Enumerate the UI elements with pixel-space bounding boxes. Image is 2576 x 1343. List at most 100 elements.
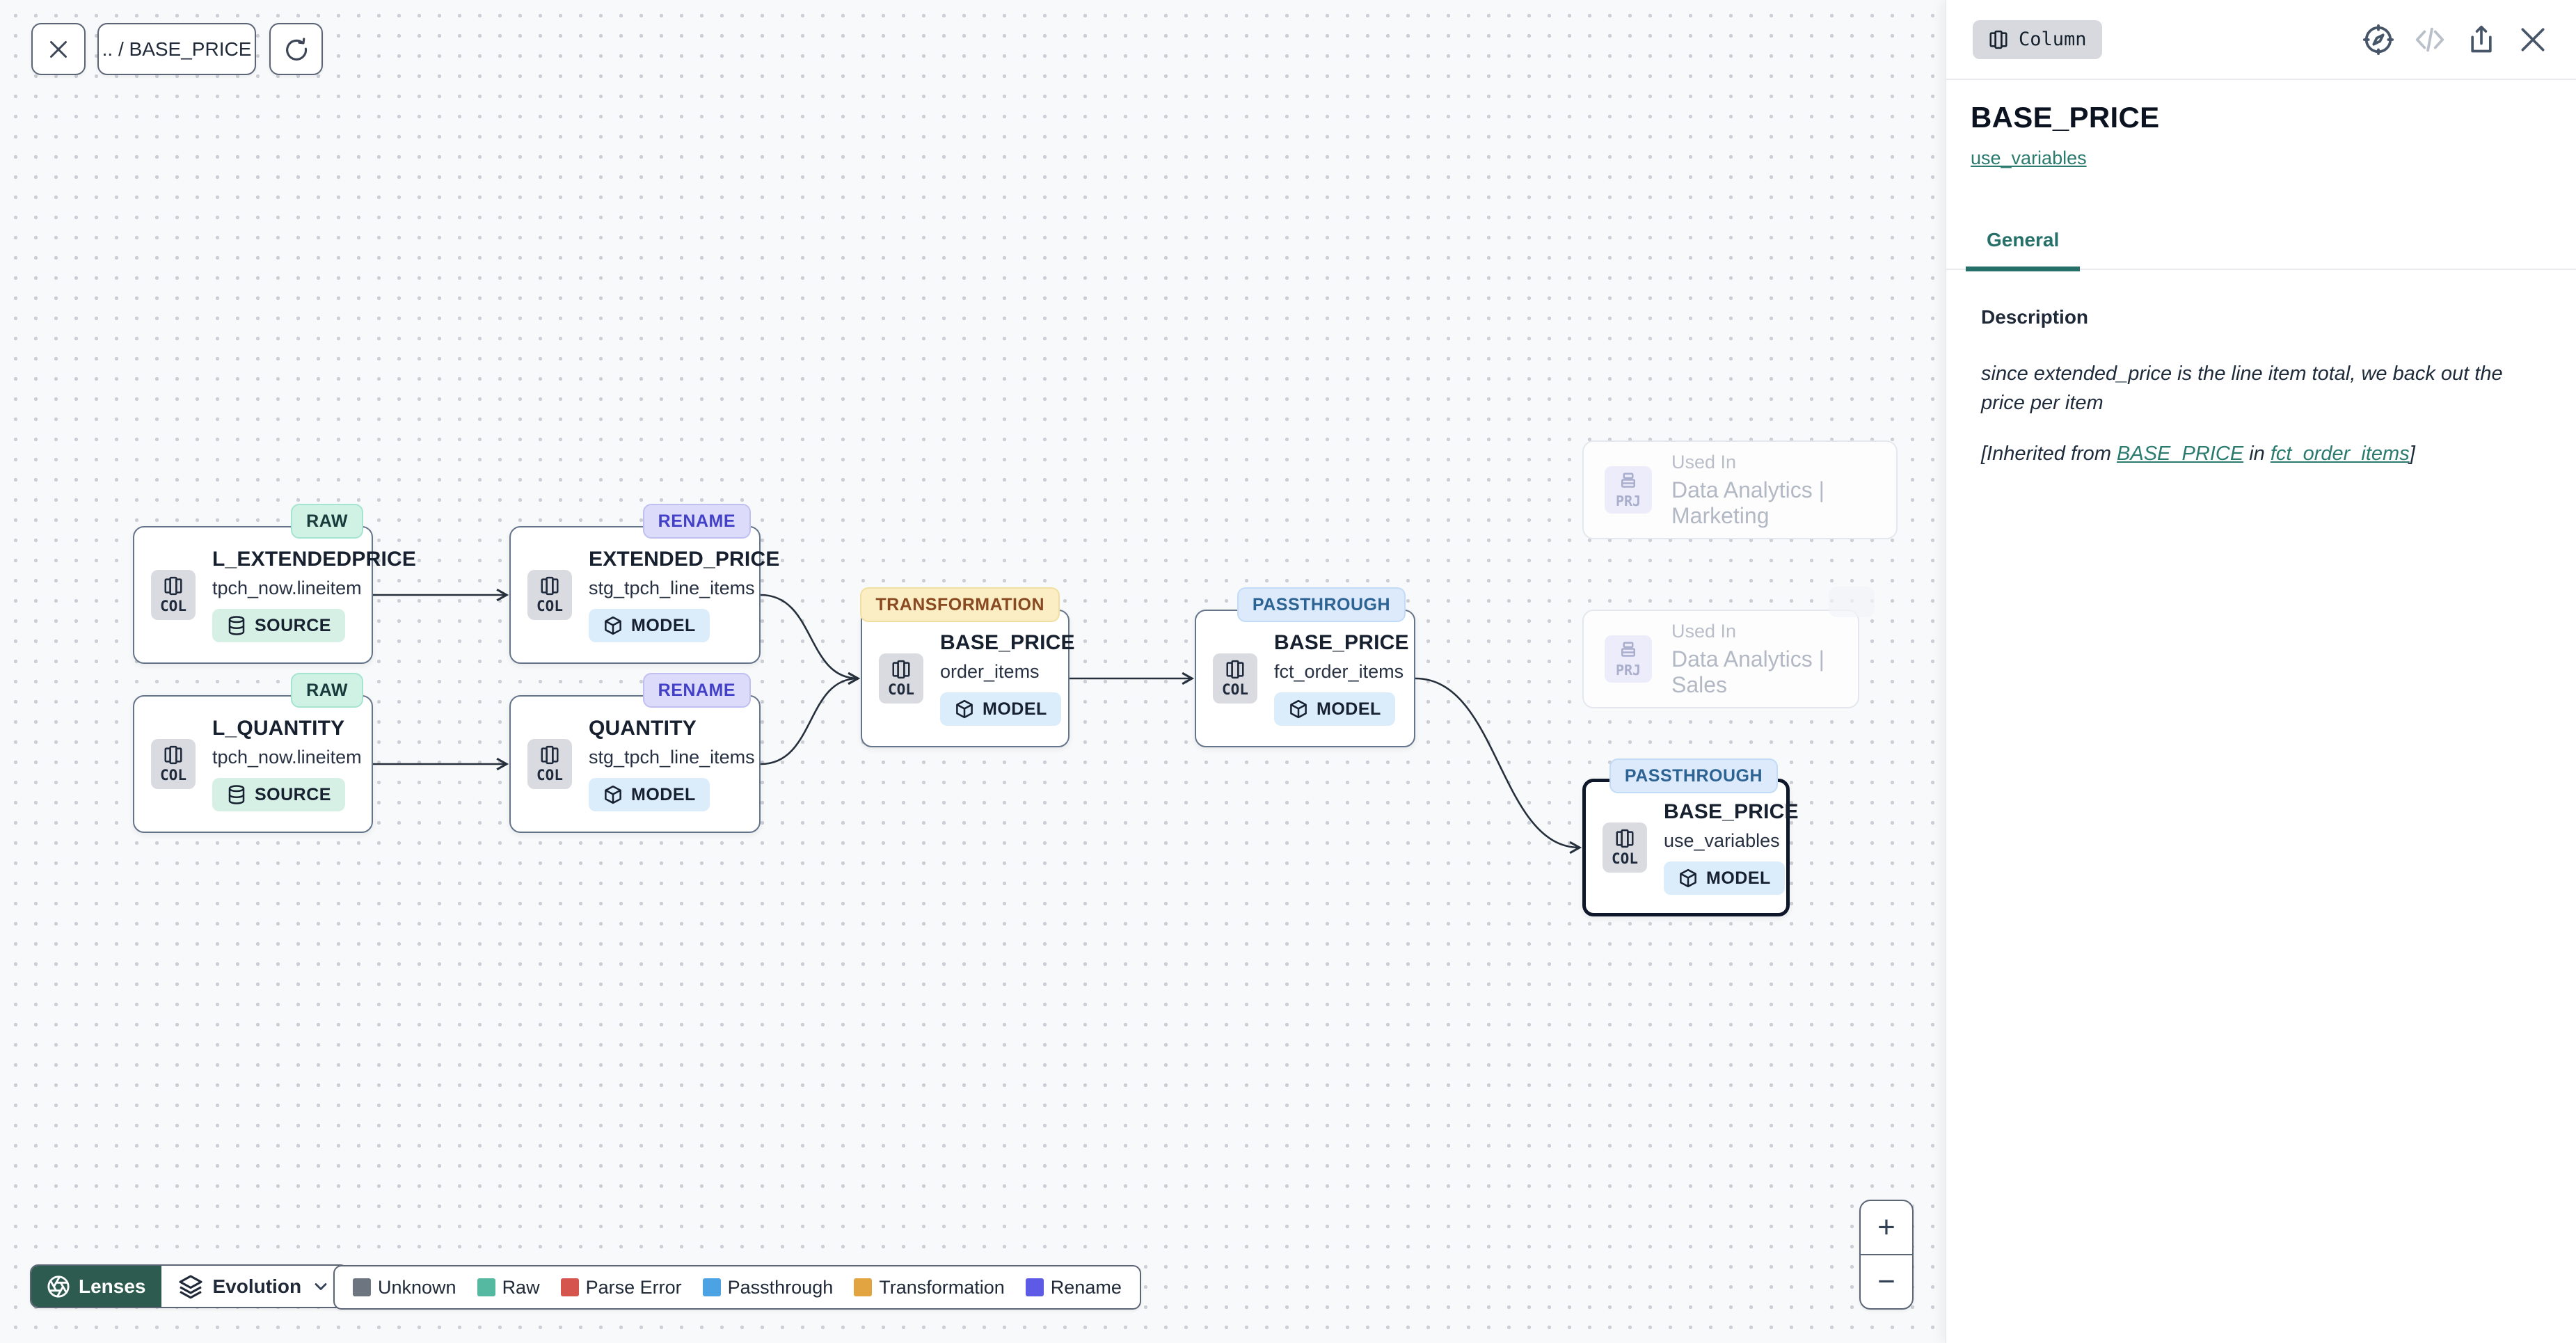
node-kind-badge: MODEL — [1664, 861, 1785, 895]
column-icon — [163, 575, 184, 596]
legend-label: Parse Error — [586, 1277, 682, 1298]
inherited-middle: in — [2243, 443, 2271, 465]
lineage-node-fct_order_items[interactable]: PASSTHROUGHCOLBASE_PRICEfct_order_itemsM… — [1195, 610, 1415, 747]
lineage-edge — [1415, 678, 1580, 848]
model-cube-icon — [603, 615, 623, 636]
zoom-in-button[interactable]: + — [1861, 1201, 1912, 1255]
tabbar: General — [1946, 223, 2576, 270]
legend-item-raw: Raw — [477, 1277, 540, 1298]
inherited-column-link[interactable]: BASE_PRICE — [2117, 443, 2243, 465]
lineage-node-tpch_now.lineitem[interactable]: RAWCOLL_EXTENDEDPRICEtpch_now.lineitemSO… — [133, 526, 373, 664]
legend-swatch — [1026, 1278, 1044, 1296]
legend-item-transformation: Transformation — [854, 1277, 1005, 1298]
column-chip: COL — [527, 570, 572, 620]
column-icon — [163, 745, 184, 765]
node-kind-label: SOURCE — [255, 616, 331, 636]
lineage-node-stg_tpch_line_items[interactable]: RENAMECOLEXTENDED_PRICEstg_tpch_line_ite… — [509, 526, 761, 664]
used-in-project-name: Data Analytics | Sales — [1671, 646, 1837, 698]
lens-selected-label: Evolution — [213, 1276, 302, 1298]
legend-label: Raw — [502, 1277, 540, 1298]
lenses-control: Lenses Evolution — [30, 1264, 349, 1308]
project-chip: PRJ — [1605, 635, 1652, 683]
node-kind-badge: MODEL — [589, 778, 710, 811]
node-title: L_EXTENDEDPRICE — [212, 548, 416, 571]
inherited-model-link[interactable]: fct_order_items — [2271, 443, 2410, 465]
used-in-node[interactable]: PRJUsed InData Analytics | Sales — [1582, 610, 1859, 708]
project-icon — [1618, 471, 1639, 492]
node-kind-badge: MODEL — [940, 692, 1061, 726]
node-subtitle: tpch_now.lineitem — [212, 747, 362, 768]
lineage-node-order_items[interactable]: TRANSFORMATIONCOLBASE_PRICEorder_itemsMO… — [861, 610, 1070, 747]
model-link[interactable]: use_variables — [1971, 148, 2087, 169]
node-title: EXTENDED_PRICE — [589, 548, 780, 571]
node-subtitle: fct_order_items — [1274, 661, 1404, 683]
legend-swatch — [703, 1278, 721, 1296]
explore-button[interactable] — [2362, 23, 2395, 56]
column-chip-label: COL — [1612, 850, 1638, 867]
column-chip: COL — [1603, 823, 1647, 873]
code-view-button[interactable] — [2413, 23, 2447, 56]
lenses-label: Lenses — [79, 1276, 146, 1298]
node-kind-badge: SOURCE — [212, 778, 345, 811]
legend-item-unknown: Unknown — [353, 1277, 456, 1298]
lens-selector[interactable]: Evolution — [161, 1266, 348, 1307]
node-kind-label: MODEL — [631, 785, 696, 805]
chevron-down-icon — [311, 1277, 331, 1296]
node-kind-badge: MODEL — [1274, 692, 1395, 726]
zoom-controls: + − — [1859, 1200, 1914, 1310]
column-chip: COL — [527, 739, 572, 789]
node-kind-badge: MODEL — [589, 609, 710, 642]
column-chip: COL — [151, 570, 196, 620]
project-chip-label: PRJ — [1616, 493, 1641, 509]
column-chip-label: COL — [1222, 681, 1248, 698]
column-icon — [1225, 659, 1246, 680]
legend-item-passthrough: Passthrough — [703, 1277, 834, 1298]
tab-general[interactable]: General — [1966, 229, 2080, 271]
inherited-suffix: ] — [2410, 443, 2415, 465]
lineage-node-tpch_now.lineitem[interactable]: RAWCOLL_QUANTITYtpch_now.lineitemSOURCE — [133, 695, 373, 833]
node-title: BASE_PRICE — [1274, 631, 1409, 655]
lenses-button[interactable]: Lenses — [31, 1266, 161, 1307]
share-icon — [2466, 24, 2497, 55]
legend-label: Transformation — [879, 1277, 1005, 1298]
page-title: BASE_PRICE — [1971, 101, 2159, 134]
inherited-prefix: [Inherited from — [1981, 443, 2117, 465]
column-chip-label: COL — [160, 598, 186, 614]
column-chip: COL — [151, 739, 196, 789]
legend-swatch — [353, 1278, 371, 1296]
close-lineage-button[interactable] — [31, 23, 86, 75]
used-in-label: Used In — [1671, 452, 1875, 473]
lens-legend: Unknown Raw Parse Error Passthrough Transfor… — [333, 1265, 1141, 1310]
project-chip: PRJ — [1605, 466, 1652, 514]
column-chip-label: COL — [536, 767, 563, 784]
node-title: BASE_PRICE — [1664, 800, 1799, 824]
column-chip: COL — [1213, 653, 1257, 704]
model-cube-icon — [1678, 868, 1699, 889]
description-section: Description since extended_price is the … — [1981, 306, 2538, 466]
detail-panel: Column BASE_PRICE use_variables General … — [1946, 0, 2576, 1343]
breadcrumb[interactable]: .. / BASE_PRICE — [97, 23, 256, 75]
legend-swatch — [561, 1278, 579, 1296]
column-chip-label: COL — [160, 767, 186, 784]
node-kind-label: MODEL — [1706, 868, 1771, 889]
lineage-node-stg_tpch_line_items[interactable]: RENAMECOLQUANTITYstg_tpch_line_itemsMODE… — [509, 695, 761, 833]
legend-swatch — [477, 1278, 495, 1296]
entity-type-badge: Column — [1973, 20, 2102, 59]
node-subtitle: tpch_now.lineitem — [212, 578, 362, 599]
legend-label: Rename — [1051, 1277, 1122, 1298]
close-icon — [2518, 24, 2548, 55]
column-chip: COL — [879, 653, 923, 704]
share-button[interactable] — [2465, 23, 2498, 56]
node-title: BASE_PRICE — [940, 631, 1075, 655]
zoom-out-button[interactable]: − — [1861, 1255, 1912, 1308]
used-in-node[interactable]: PRJ Used In Data Analytics | Marketing — [1582, 440, 1898, 539]
refresh-button[interactable] — [269, 23, 323, 75]
legend-item-parse-error: Parse Error — [561, 1277, 682, 1298]
column-icon — [539, 745, 560, 765]
used-in-project-name: Data Analytics | Marketing — [1671, 477, 1875, 529]
close-panel-button[interactable] — [2516, 23, 2550, 56]
lineage-node-use_variables[interactable]: PASSTHROUGHCOLBASE_PRICEuse_variablesMOD… — [1582, 779, 1790, 916]
lineage-edge — [761, 678, 858, 764]
model-cube-icon — [1288, 699, 1309, 720]
column-chip-label: COL — [536, 598, 563, 614]
